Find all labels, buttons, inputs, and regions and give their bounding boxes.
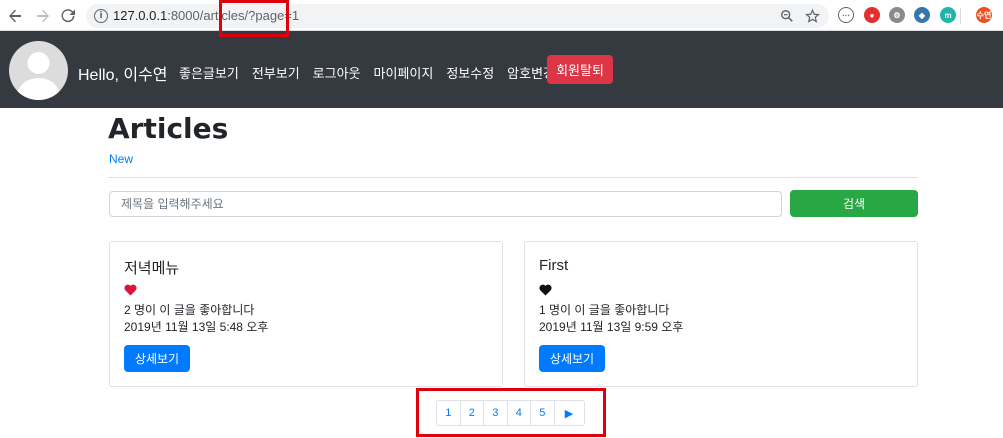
nav-link-all-posts[interactable]: 전부보기 xyxy=(252,63,300,82)
detail-button[interactable]: 상세보기 xyxy=(539,345,605,372)
heart-icon[interactable] xyxy=(539,284,552,296)
like-count-text: 2 명이 이 글을 좋아합니다 xyxy=(124,303,255,317)
detail-button[interactable]: 상세보기 xyxy=(124,345,190,372)
heart-icon[interactable] xyxy=(124,284,137,296)
withdraw-button[interactable]: 회원탈퇴 xyxy=(547,55,613,84)
address-bar[interactable]: i 127.0.0.1:8000/articles/?page=1 xyxy=(86,4,829,28)
pagination-highlight-box xyxy=(416,388,606,437)
bookmark-star-icon[interactable] xyxy=(804,8,820,24)
info-icon[interactable]: i xyxy=(94,9,108,23)
nav-link-logout[interactable]: 로그아웃 xyxy=(313,63,361,82)
page-title: Articles xyxy=(108,112,229,145)
back-icon[interactable] xyxy=(5,6,25,26)
search-input[interactable] xyxy=(109,191,782,217)
url-host: 127.0.0.1 xyxy=(113,8,168,23)
article-title: First xyxy=(539,257,569,274)
article-card: First 1 명이 이 글을 좋아합니다 2019년 11월 13일 9:59… xyxy=(524,241,918,387)
python-icon[interactable]: ◆ xyxy=(914,7,930,23)
forward-icon[interactable] xyxy=(33,6,53,26)
divider xyxy=(108,177,918,178)
article-title: 저녁메뉴 xyxy=(124,260,180,277)
profile-label: 수연 xyxy=(976,10,992,20)
zoom-icon[interactable] xyxy=(779,8,795,24)
search-button[interactable]: 검색 xyxy=(790,190,918,217)
nav-link-mypage[interactable]: 마이페이지 xyxy=(374,63,434,82)
profile-avatar[interactable]: 수연 xyxy=(976,7,992,23)
new-article-link[interactable]: New xyxy=(109,152,133,166)
article-card: 저녁메뉴 2 명이 이 글을 좋아합니다 2019년 11월 13일 5:48 … xyxy=(109,241,503,387)
reload-icon[interactable] xyxy=(58,6,78,26)
article-date: 2019년 11월 13일 9:59 오후 xyxy=(539,320,684,334)
url-highlight-box xyxy=(219,0,289,37)
top-navbar: Hello, 이수연 좋은글보기 전부보기 로그아웃 마이페이지 정보수정 암호… xyxy=(0,31,1003,108)
nav-links: 좋은글보기 전부보기 로그아웃 마이페이지 정보수정 암호변경 xyxy=(179,63,568,82)
browser-toolbar: i 127.0.0.1:8000/articles/?page=1 ⋯ ● ⚙ … xyxy=(0,0,1003,31)
adblock-icon[interactable]: ● xyxy=(864,7,880,23)
nav-link-edit-profile[interactable]: 정보수정 xyxy=(446,63,494,82)
user-avatar xyxy=(9,41,68,100)
extension-icon[interactable]: ⋯ xyxy=(838,7,854,23)
toolbar-divider xyxy=(960,8,961,24)
nav-link-good-posts[interactable]: 좋은글보기 xyxy=(179,63,239,82)
greeting-text: Hello, 이수연 xyxy=(78,67,168,84)
settings-extension-icon[interactable]: ⚙ xyxy=(889,7,905,23)
like-count-text: 1 명이 이 글을 좋아합니다 xyxy=(539,303,670,317)
article-date: 2019년 11월 13일 5:48 오후 xyxy=(124,320,269,334)
m-extension-icon[interactable]: m xyxy=(940,7,956,23)
